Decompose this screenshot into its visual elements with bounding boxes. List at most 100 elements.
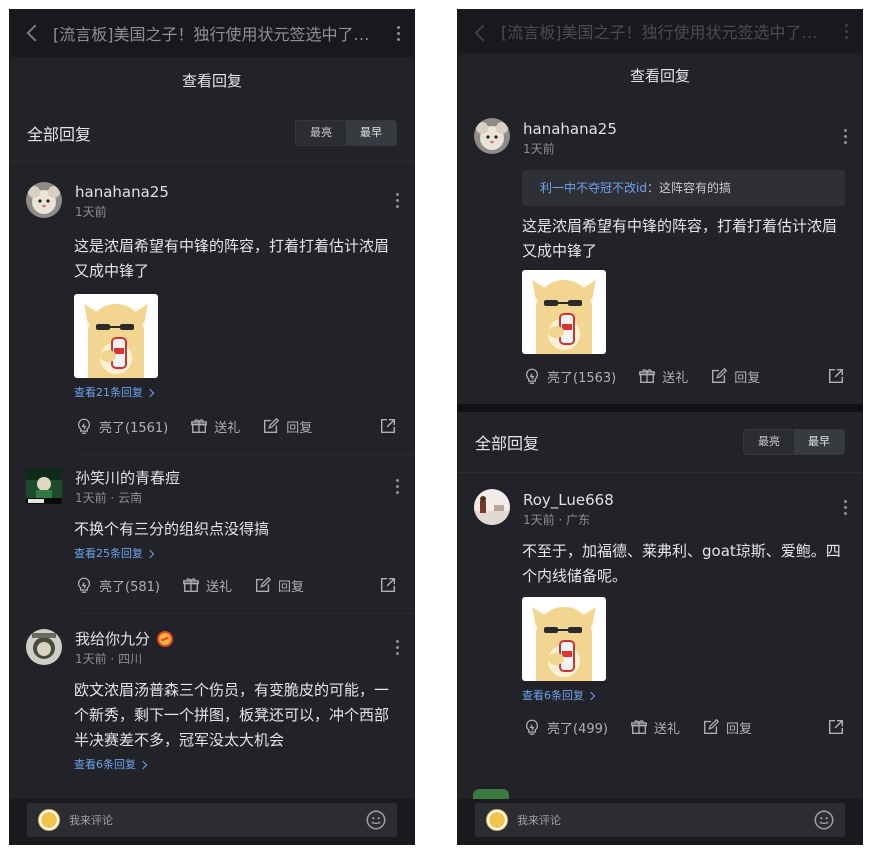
like-count: 亮了(499) [547, 721, 608, 737]
smile-icon[interactable] [813, 809, 835, 831]
view-replies-label: 查看6条回复 [74, 758, 136, 771]
comment-input[interactable]: 我来评论 [27, 803, 397, 837]
replies-sheet: 查看回复 hanahana25 1天前 利一中不夺冠不改id：这阵容有的搞 这是… [457, 53, 863, 845]
reply-button[interactable]: 回复 [710, 367, 760, 386]
avatar[interactable] [474, 118, 510, 154]
avatar[interactable] [26, 182, 62, 218]
replies-sheet: 查看回复 全部回复 最亮 最早 hanahana25 1天前 这是浓眉希望有中锋… [9, 57, 415, 845]
avatar[interactable] [26, 629, 62, 665]
badge-icon [156, 630, 174, 648]
reply-button[interactable]: 回复 [702, 718, 752, 737]
my-avatar [486, 809, 508, 831]
gift-icon [190, 417, 208, 435]
chevron-left-icon[interactable] [9, 9, 53, 57]
sort-switch[interactable]: 最亮 最早 [295, 120, 397, 146]
comment-username[interactable]: Roy_Lue668 [523, 489, 863, 511]
view-replies-link[interactable]: 查看6条回复 [522, 687, 596, 705]
more-vertical-icon[interactable] [395, 191, 401, 209]
sort-switch[interactable]: 最亮 最早 [743, 429, 845, 455]
quote-username[interactable]: 利一中不夺冠不改id [540, 181, 647, 195]
share-icon [379, 417, 397, 435]
sort-earliest[interactable]: 最早 [794, 430, 844, 454]
comment-item: 我给你九分 1天前 · 四川 欧文浓眉汤普森三个伤员，有变脆皮的可能，一个新秀，… [9, 614, 415, 774]
view-replies-link[interactable]: 查看6条回复 [74, 756, 148, 774]
comment-username[interactable]: 我给你九分 [75, 628, 150, 650]
comment-username[interactable]: hanahana25 [523, 118, 863, 140]
quote-text: 这阵容有的搞 [658, 181, 731, 195]
more-vertical-icon[interactable] [843, 498, 849, 516]
like-button[interactable]: 亮了(1561) [75, 417, 168, 436]
share-icon [827, 367, 845, 385]
comment-input-placeholder[interactable]: 我来评论 [517, 812, 813, 828]
gift-button[interactable]: 送礼 [638, 367, 688, 386]
reply-edit-icon [262, 417, 280, 435]
sort-hottest[interactable]: 最亮 [296, 121, 346, 145]
comment-text: 不至于，加福德、莱弗利、goat琼斯、爱鲍。四个内线储备呢。 [522, 542, 841, 585]
comment-item: 孙笑川的青春痘 1天前 · 云南 不换个有三分的组织点没得搞 查看25条回复 亮… [9, 455, 415, 605]
gift-icon [638, 367, 656, 385]
chevron-right-icon [145, 549, 155, 559]
reply-edit-icon [254, 576, 272, 594]
comment-meta: 1天前 · 四川 [75, 652, 143, 666]
left-screen: [流言板]美国之子！独行使用状元签选中了… 查看回复 全部回复 最亮 最早 ha… [9, 9, 415, 845]
more-vertical-icon[interactable] [829, 9, 863, 53]
comment-actions: 亮了(1561) 送礼 回复 [75, 406, 397, 446]
share-button[interactable] [827, 718, 845, 736]
gift-icon [630, 718, 648, 736]
gift-button[interactable]: 送礼 [630, 718, 680, 737]
bulb-like-icon [75, 417, 93, 435]
share-icon [827, 718, 845, 736]
share-button[interactable] [827, 367, 845, 385]
comment-username[interactable]: hanahana25 [75, 181, 415, 203]
gift-label: 送礼 [205, 579, 232, 595]
chevron-right-icon [138, 760, 148, 770]
more-vertical-icon[interactable] [395, 638, 401, 656]
sticker-image[interactable] [74, 294, 158, 378]
comment-text: 这是浓眉希望有中锋的阵容，打着打着估计浓眉又成中锋了 [74, 237, 390, 280]
top-bar: [流言板]美国之子！独行使用状元签选中了… [457, 9, 863, 53]
reply-button[interactable]: 回复 [254, 576, 304, 595]
section-divider [457, 404, 863, 412]
bulb-like-icon [75, 576, 93, 594]
comment-meta: 1天前 · 云南 [75, 491, 143, 505]
window-title: [流言板]美国之子！独行使用状元签选中了… [501, 23, 818, 42]
comment-input-placeholder[interactable]: 我来评论 [69, 812, 365, 828]
bulb-like-icon [523, 718, 541, 736]
like-button[interactable]: 亮了(1563) [523, 367, 616, 386]
like-button[interactable]: 亮了(581) [75, 576, 160, 595]
comment-text: 这是浓眉希望有中锋的阵容，打着打着估计浓眉又成中锋了 [522, 217, 838, 260]
more-vertical-icon[interactable] [843, 127, 849, 145]
like-button[interactable]: 亮了(499) [523, 718, 608, 737]
quote-separator: ： [646, 181, 659, 195]
smile-icon[interactable] [365, 809, 387, 831]
sticker-image[interactable] [522, 270, 606, 354]
avatar[interactable] [474, 489, 510, 525]
chevron-left-icon[interactable] [457, 9, 501, 53]
view-replies-label: 查看6条回复 [522, 689, 584, 702]
right-screen: [流言板]美国之子！独行使用状元签选中了… 查看回复 hanahana25 1天… [457, 9, 863, 845]
comment-item: Roy_Lue668 1天前 · 广东 不至于，加福德、莱弗利、goat琼斯、爱… [457, 473, 863, 747]
share-button[interactable] [379, 417, 397, 435]
top-bar: [流言板]美国之子！独行使用状元签选中了… [9, 9, 415, 57]
gift-button[interactable]: 送礼 [182, 576, 232, 595]
comment-input[interactable]: 我来评论 [475, 803, 845, 837]
avatar [473, 789, 509, 799]
sort-hottest[interactable]: 最亮 [744, 430, 794, 454]
avatar[interactable] [26, 468, 62, 504]
sort-earliest[interactable]: 最早 [346, 121, 396, 145]
view-replies-link[interactable]: 查看25条回复 [74, 545, 155, 563]
share-button[interactable] [379, 576, 397, 594]
like-count: 亮了(581) [99, 579, 160, 595]
reply-button[interactable]: 回复 [262, 417, 312, 436]
comment-meta: 1天前 · 广东 [523, 513, 591, 527]
comment-item: hanahana25 1天前 这是浓眉希望有中锋的阵容，打着打着估计浓眉又成中锋… [9, 162, 415, 446]
comment-actions: 亮了(581) 送礼 回复 [75, 565, 397, 605]
view-replies-link[interactable]: 查看21条回复 [74, 384, 155, 402]
comment-username[interactable]: 孙笑川的青春痘 [75, 467, 415, 489]
more-vertical-icon[interactable] [381, 9, 415, 57]
more-vertical-icon[interactable] [395, 477, 401, 495]
sticker-image[interactable] [522, 597, 606, 681]
comment-actions: 亮了(1563) 送礼 回复 [523, 356, 845, 396]
quoted-reply[interactable]: 利一中不夺冠不改id：这阵容有的搞 [522, 170, 845, 206]
gift-button[interactable]: 送礼 [190, 417, 240, 436]
